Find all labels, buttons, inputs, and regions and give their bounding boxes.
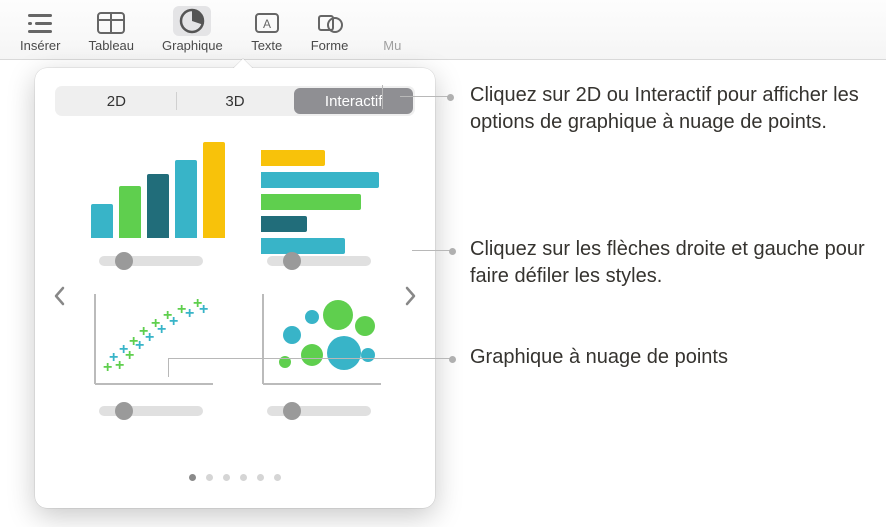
svg-text:A: A [263,17,271,31]
toolbar-label: Texte [251,38,282,53]
toolbar-label: Insérer [20,38,60,53]
toolbar-table[interactable]: Tableau [88,10,134,53]
toolbar-text[interactable]: A Texte [251,10,283,53]
insert-icon [24,10,56,36]
toolbar-label: Mu [383,38,401,53]
prev-style-arrow[interactable] [45,276,73,316]
chart-style-grid-area: + + + + + + + + + + + + + + + + + [49,136,421,456]
chart-option-vertical-bar[interactable] [79,136,223,266]
callout-text: Cliquez sur les flèches droite et gauche… [470,236,876,290]
chart-type-segmented-control: 2D 3D Interactif [55,86,415,116]
toolbar-label: Tableau [88,38,134,53]
callout-tabs: Cliquez sur 2D ou Interactif pour affich… [440,82,876,136]
toolbar-insert[interactable]: Insérer [20,10,60,53]
text-icon: A [251,10,283,36]
chart-popover: 2D 3D Interactif [35,68,435,508]
bubble-thumb [249,286,389,396]
pager-dot[interactable] [240,474,247,481]
style-pager [49,474,421,481]
toolbar-label: Graphique [162,38,223,53]
table-icon [95,10,127,36]
callout-text: Cliquez sur 2D ou Interactif pour affich… [470,82,876,136]
callout-scatter: Graphique à nuage de points [440,344,876,371]
callout-text: Graphique à nuage de points [470,344,876,371]
toolbar-more[interactable]: Mu [376,10,408,53]
popover-arrow [233,58,253,68]
pager-dot[interactable] [189,474,196,481]
pager-dot[interactable] [274,474,281,481]
horizontal-bar-thumb [249,136,389,246]
toolbar-shape[interactable]: Forme [311,10,349,53]
style-slider[interactable] [267,256,371,266]
tab-2d[interactable]: 2D [57,88,176,114]
callout-arrows: Cliquez sur les flèches droite et gauche… [440,236,876,290]
chart-style-grid: + + + + + + + + + + + + + + + + + [79,136,391,416]
pager-dot[interactable] [206,474,213,481]
style-slider[interactable] [99,256,203,266]
tab-interactive[interactable]: Interactif [294,88,413,114]
pager-dot[interactable] [223,474,230,481]
vertical-bar-thumb [81,136,221,246]
toolbar-label: Forme [311,38,349,53]
style-slider[interactable] [99,406,203,416]
tab-3d[interactable]: 3D [176,88,295,114]
style-slider[interactable] [267,406,371,416]
shape-icon [314,10,346,36]
chart-option-horizontal-bar[interactable] [247,136,391,266]
chart-option-bubble[interactable] [247,286,391,416]
next-style-arrow[interactable] [397,276,425,316]
annotations: Cliquez sur 2D ou Interactif pour affich… [440,76,876,425]
chart-icon [173,6,211,36]
chart-option-scatter[interactable]: + + + + + + + + + + + + + + + + + [79,286,223,416]
toolbar: Insérer Tableau Graphique A Texte Forme … [0,0,886,60]
pager-dot[interactable] [257,474,264,481]
toolbar-chart[interactable]: Graphique [162,6,223,53]
media-icon [376,10,408,36]
scatter-thumb: + + + + + + + + + + + + + + + + + [81,286,221,396]
